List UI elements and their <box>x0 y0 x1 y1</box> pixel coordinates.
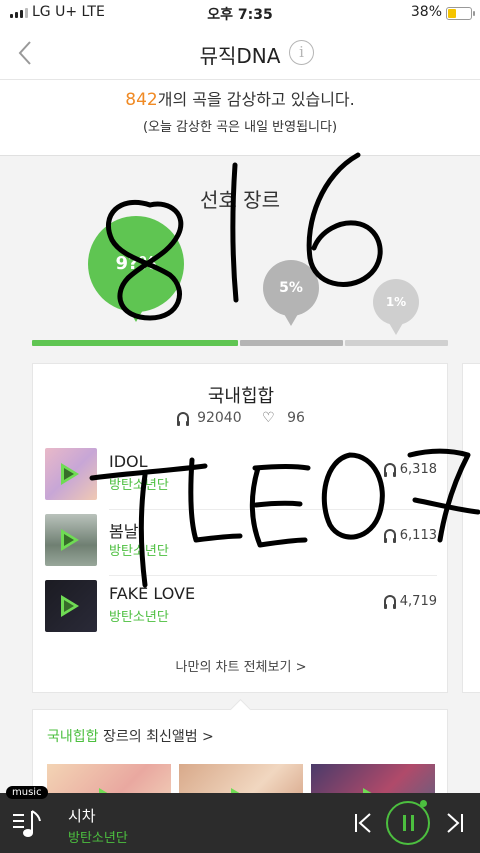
genre-card-title: 국내힙합 <box>207 386 275 407</box>
music-tag: music <box>6 786 48 799</box>
status-bar: LG U+ LTE 오후 7:35 38% <box>0 0 480 26</box>
album-art[interactable] <box>45 580 97 632</box>
headphones-icon <box>383 595 396 609</box>
song-plays: 4,719 <box>383 594 437 609</box>
song-plays-value: 6,113 <box>399 528 437 543</box>
genre-share-segment-1 <box>32 340 238 346</box>
headphones-icon <box>383 463 396 477</box>
info-icon[interactable]: i <box>289 40 314 65</box>
new-albums-suffix: 장르의 최신앨범 > <box>98 729 214 745</box>
listening-summary: 842개의 곡을 감상하고 있습니다. (오늘 감상한 곡은 내일 반영됩니다) <box>0 80 480 156</box>
nav-bar: 뮤직DNA i <box>0 26 480 80</box>
likes-stat[interactable]: ♡ 96 <box>258 410 309 426</box>
album-art[interactable] <box>45 448 97 500</box>
genre-share-segment-3 <box>345 340 448 346</box>
clock: 오후 7:35 <box>207 7 273 23</box>
playlist-icon[interactable] <box>12 809 44 839</box>
play-icon <box>61 463 79 485</box>
song-row[interactable]: 봄날 방탄소년단 6,113 <box>45 510 437 576</box>
song-row[interactable]: FAKE LOVE 방탄소년단 4,719 <box>45 576 437 642</box>
headphones-icon <box>383 529 396 543</box>
view-full-chart-link[interactable]: 나만의 차트 전체보기 > <box>33 656 449 675</box>
now-playing-artist: 방탄소년단 <box>68 831 128 846</box>
plays-stat: 92040 <box>173 410 246 426</box>
song-count: 842 <box>125 90 158 110</box>
headphones-icon <box>177 412 190 426</box>
genre-share-segment-2 <box>240 340 343 346</box>
song-title: IDOL <box>109 452 148 471</box>
page-title: 뮤직DNA <box>199 44 281 68</box>
preferred-genre-title: 선호 장르 <box>200 188 280 212</box>
song-artist: 방탄소년단 <box>109 544 169 559</box>
song-plays: 6,113 <box>383 528 437 543</box>
genre-bubble-3[interactable]: 1% <box>373 279 419 335</box>
next-genre-card[interactable] <box>462 363 480 693</box>
song-plays-value: 6,318 <box>399 462 437 477</box>
next-button[interactable] <box>444 811 466 835</box>
new-albums-genre: 국내힙합 <box>47 729 99 745</box>
song-row[interactable]: IDOL 방탄소년단 6,318 <box>45 444 437 510</box>
genre-bubble-2[interactable]: 5% <box>263 260 319 326</box>
pause-button[interactable] <box>386 800 430 845</box>
genre-bubble-1[interactable]: 9?% <box>88 216 184 322</box>
song-title: 봄날 <box>109 522 139 541</box>
progress-dot <box>420 800 427 807</box>
mini-player[interactable]: music 시차 방탄소년단 <box>0 786 480 853</box>
genre-card-stats: 92040 ♡ 96 <box>33 410 449 426</box>
new-albums-title[interactable]: 국내힙합 장르의 최신앨범 > <box>47 726 214 746</box>
song-title: FAKE LOVE <box>109 584 196 603</box>
likes-count: 96 <box>287 410 305 426</box>
genre-share-bar <box>32 340 448 346</box>
genre-card: 국내힙합 92040 ♡ 96 IDOL 방탄소년단 6,318 봄날 방탄소년… <box>32 363 448 693</box>
summary-note: (오늘 감상한 곡은 내일 반영됩니다) <box>142 120 338 135</box>
battery-icon <box>446 7 475 20</box>
genre-section: 선호 장르 9?% 5% 1% 국내힙합 92040 ♡ 96 IDOL 방탄소… <box>0 156 480 853</box>
play-icon <box>61 595 79 617</box>
song-plays: 6,318 <box>383 462 437 477</box>
play-icon <box>61 529 79 551</box>
summary-text: 개의 곡을 감상하고 있습니다. <box>157 90 355 109</box>
summary-line: 842개의 곡을 감상하고 있습니다. <box>0 86 480 110</box>
previous-button[interactable] <box>352 811 374 835</box>
song-plays-value: 4,719 <box>399 594 437 609</box>
now-playing-title: 시차 <box>68 807 96 825</box>
song-artist: 방탄소년단 <box>109 610 169 625</box>
battery-percent: 38% <box>410 4 442 20</box>
plays-count: 92040 <box>197 410 242 426</box>
heart-icon: ♡ <box>262 410 275 426</box>
song-artist: 방탄소년단 <box>109 478 169 493</box>
album-art[interactable] <box>45 514 97 566</box>
